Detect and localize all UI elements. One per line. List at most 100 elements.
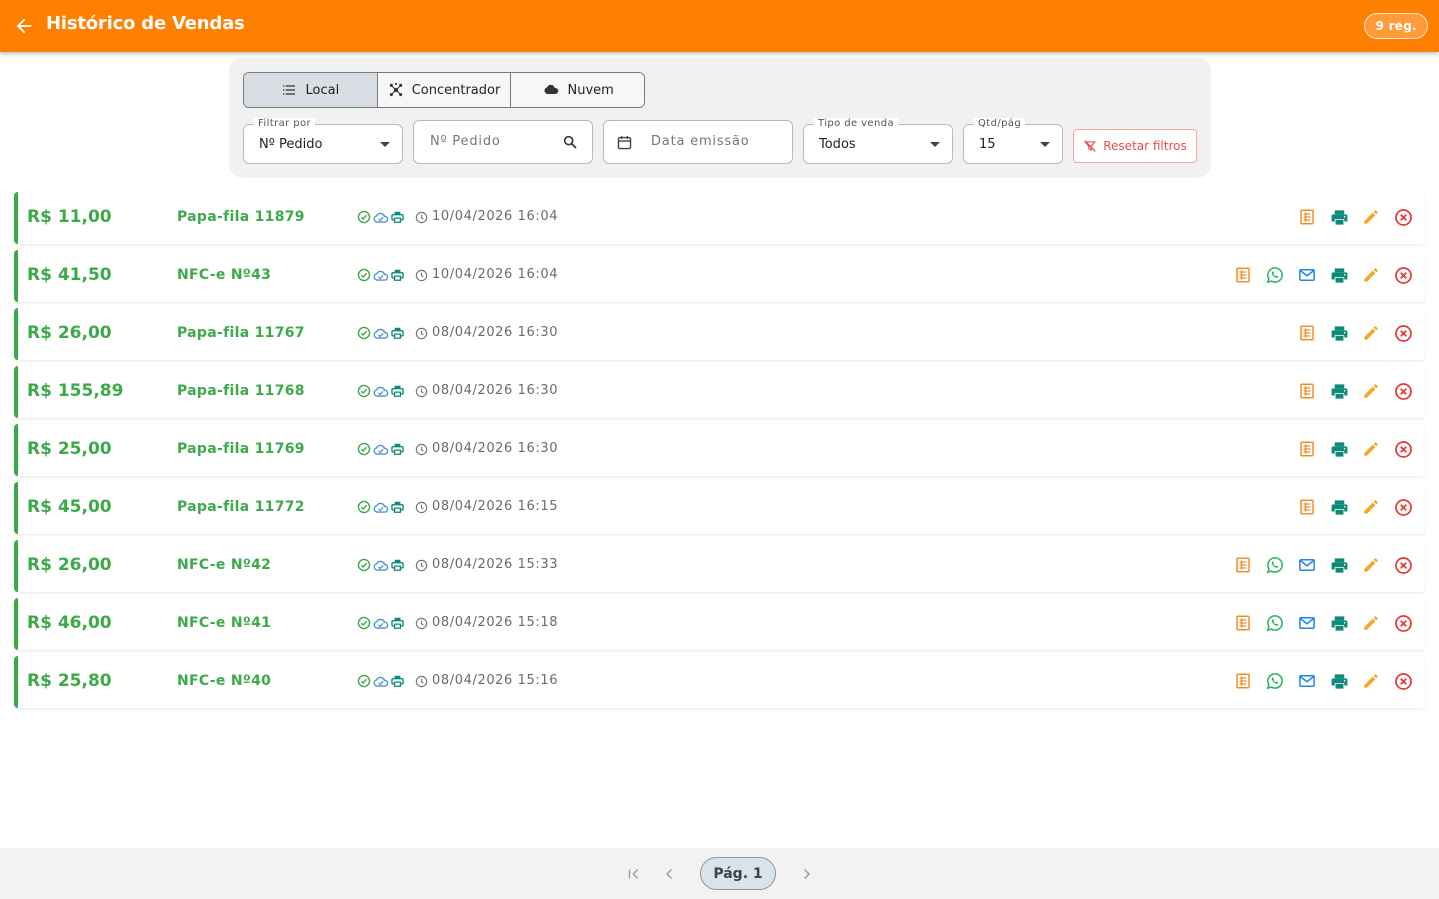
next-page-button[interactable] — [795, 863, 817, 885]
clock-icon — [415, 443, 428, 456]
sale-row[interactable]: R$ 45,00 Papa-fila 11772 08/04/2026 16:15 — [14, 482, 1425, 534]
sale-actions — [1285, 497, 1413, 517]
edit-icon[interactable] — [1361, 439, 1381, 459]
cloud-done-icon — [373, 618, 389, 629]
cancel-icon[interactable] — [1393, 555, 1413, 575]
print-icon[interactable] — [1329, 497, 1349, 517]
cancel-icon[interactable] — [1393, 381, 1413, 401]
check-circle-icon — [357, 383, 371, 402]
print-icon — [1331, 499, 1347, 515]
sale-date: 08/04/2026 16:15 — [432, 499, 559, 514]
receipt-icon[interactable] — [1297, 207, 1317, 227]
edit-icon[interactable] — [1361, 555, 1381, 575]
previous-page-button[interactable] — [659, 863, 681, 885]
reset-filters-button[interactable]: Resetar filtros — [1073, 129, 1197, 163]
email-icon[interactable] — [1297, 265, 1317, 285]
cancel-icon[interactable] — [1393, 207, 1413, 227]
per-page-value: 15 — [979, 137, 996, 152]
receipt-icon[interactable] — [1297, 497, 1317, 517]
print-icon[interactable] — [1329, 555, 1349, 575]
print-icon[interactable] — [1329, 613, 1349, 633]
date-input[interactable]: Data emissão — [603, 120, 793, 164]
hub-icon — [389, 82, 402, 97]
sale-order-number: Papa-fila 11768 — [177, 383, 305, 399]
print-icon[interactable] — [1329, 381, 1349, 401]
sale-row[interactable]: R$ 25,80 NFC-e Nº40 08/04/2026 15:16 — [14, 656, 1425, 708]
search-icon[interactable] — [562, 134, 578, 150]
chevron-right-icon — [803, 868, 811, 880]
per-page-select[interactable]: Qtd/pág 15 — [963, 118, 1063, 164]
print-icon[interactable] — [1329, 439, 1349, 459]
printed-icon — [390, 673, 405, 692]
email-icon — [1299, 269, 1315, 281]
edit-icon[interactable] — [1361, 323, 1381, 343]
cancel-icon — [1394, 614, 1412, 632]
edit-icon[interactable] — [1361, 265, 1381, 285]
tab-concentrador[interactable]: Concentrador — [377, 73, 512, 107]
sale-row[interactable]: R$ 25,00 Papa-fila 11769 08/04/2026 16:30 — [14, 424, 1425, 476]
print-icon[interactable] — [1329, 207, 1349, 227]
tab-local[interactable]: Local — [244, 73, 378, 107]
whatsapp-icon[interactable] — [1265, 555, 1285, 575]
clock-icon — [415, 675, 428, 688]
edit-icon[interactable] — [1361, 613, 1381, 633]
receipt-icon[interactable] — [1297, 381, 1317, 401]
tab-nuvem[interactable]: Nuvem — [511, 73, 644, 107]
receipt-icon[interactable] — [1233, 265, 1253, 285]
print-icon[interactable] — [1329, 323, 1349, 343]
sale-row[interactable]: R$ 46,00 NFC-e Nº41 08/04/2026 15:18 — [14, 598, 1425, 650]
cancel-icon[interactable] — [1393, 497, 1413, 517]
receipt-icon[interactable] — [1233, 555, 1253, 575]
email-icon[interactable] — [1297, 613, 1317, 633]
sale-amount: R$ 26,00 — [27, 323, 112, 343]
first-page-button[interactable] — [623, 863, 645, 885]
list-icon — [283, 85, 296, 95]
cloud-done-icon — [373, 386, 389, 397]
cancel-icon[interactable] — [1393, 671, 1413, 691]
sale-type-select[interactable]: Tipo de venda Todos — [803, 118, 953, 164]
cancel-icon[interactable] — [1393, 265, 1413, 285]
clock-icon — [415, 211, 428, 224]
filter-by-select[interactable]: Filtrar por Nº Pedido — [243, 118, 403, 164]
receipt-icon[interactable] — [1233, 613, 1253, 633]
sale-amount: R$ 25,80 — [27, 671, 112, 691]
sale-row[interactable]: R$ 155,89 Papa-fila 11768 08/04/2026 16:30 — [14, 366, 1425, 418]
whatsapp-icon[interactable] — [1265, 265, 1285, 285]
cancel-icon[interactable] — [1393, 613, 1413, 633]
receipt-icon[interactable] — [1233, 671, 1253, 691]
whatsapp-icon[interactable] — [1265, 671, 1285, 691]
back-button[interactable] — [12, 14, 36, 38]
cancel-icon — [1394, 382, 1412, 400]
receipt-icon[interactable] — [1297, 323, 1317, 343]
edit-icon[interactable] — [1361, 207, 1381, 227]
edit-icon[interactable] — [1361, 381, 1381, 401]
email-icon[interactable] — [1297, 555, 1317, 575]
sale-row[interactable]: R$ 26,00 NFC-e Nº42 08/04/2026 15:33 — [14, 540, 1425, 592]
sale-row[interactable]: R$ 11,00 Papa-fila 11879 10/04/2026 16:04 — [14, 192, 1425, 244]
cloud-done-icon — [373, 676, 389, 687]
order-search-input[interactable]: Nº Pedido — [413, 120, 593, 164]
sale-actions — [1285, 439, 1413, 459]
cancel-icon[interactable] — [1393, 439, 1413, 459]
email-icon — [1299, 617, 1315, 629]
sale-row[interactable]: R$ 41,50 NFC-e Nº43 10/04/2026 16:04 — [14, 250, 1425, 302]
clock-icon — [415, 501, 428, 514]
receipt-icon[interactable] — [1297, 439, 1317, 459]
edit-icon[interactable] — [1361, 497, 1381, 517]
email-icon[interactable] — [1297, 671, 1317, 691]
receipt-icon — [1236, 267, 1250, 283]
cloud-done-icon — [372, 325, 389, 344]
sale-row[interactable]: R$ 26,00 Papa-fila 11767 08/04/2026 16:30 — [14, 308, 1425, 360]
printed-icon — [391, 617, 404, 629]
print-icon[interactable] — [1329, 671, 1349, 691]
sale-order-number: Papa-fila 11879 — [177, 209, 305, 225]
print-icon[interactable] — [1329, 265, 1349, 285]
clock-icon — [415, 441, 428, 460]
whatsapp-icon[interactable] — [1265, 613, 1285, 633]
edit-icon[interactable] — [1361, 671, 1381, 691]
sale-amount: R$ 46,00 — [27, 613, 112, 633]
cancel-icon — [1394, 324, 1412, 342]
sale-amount: R$ 26,00 — [27, 555, 112, 575]
cancel-icon[interactable] — [1393, 323, 1413, 343]
sale-order-number: Papa-fila 11767 — [177, 325, 305, 341]
